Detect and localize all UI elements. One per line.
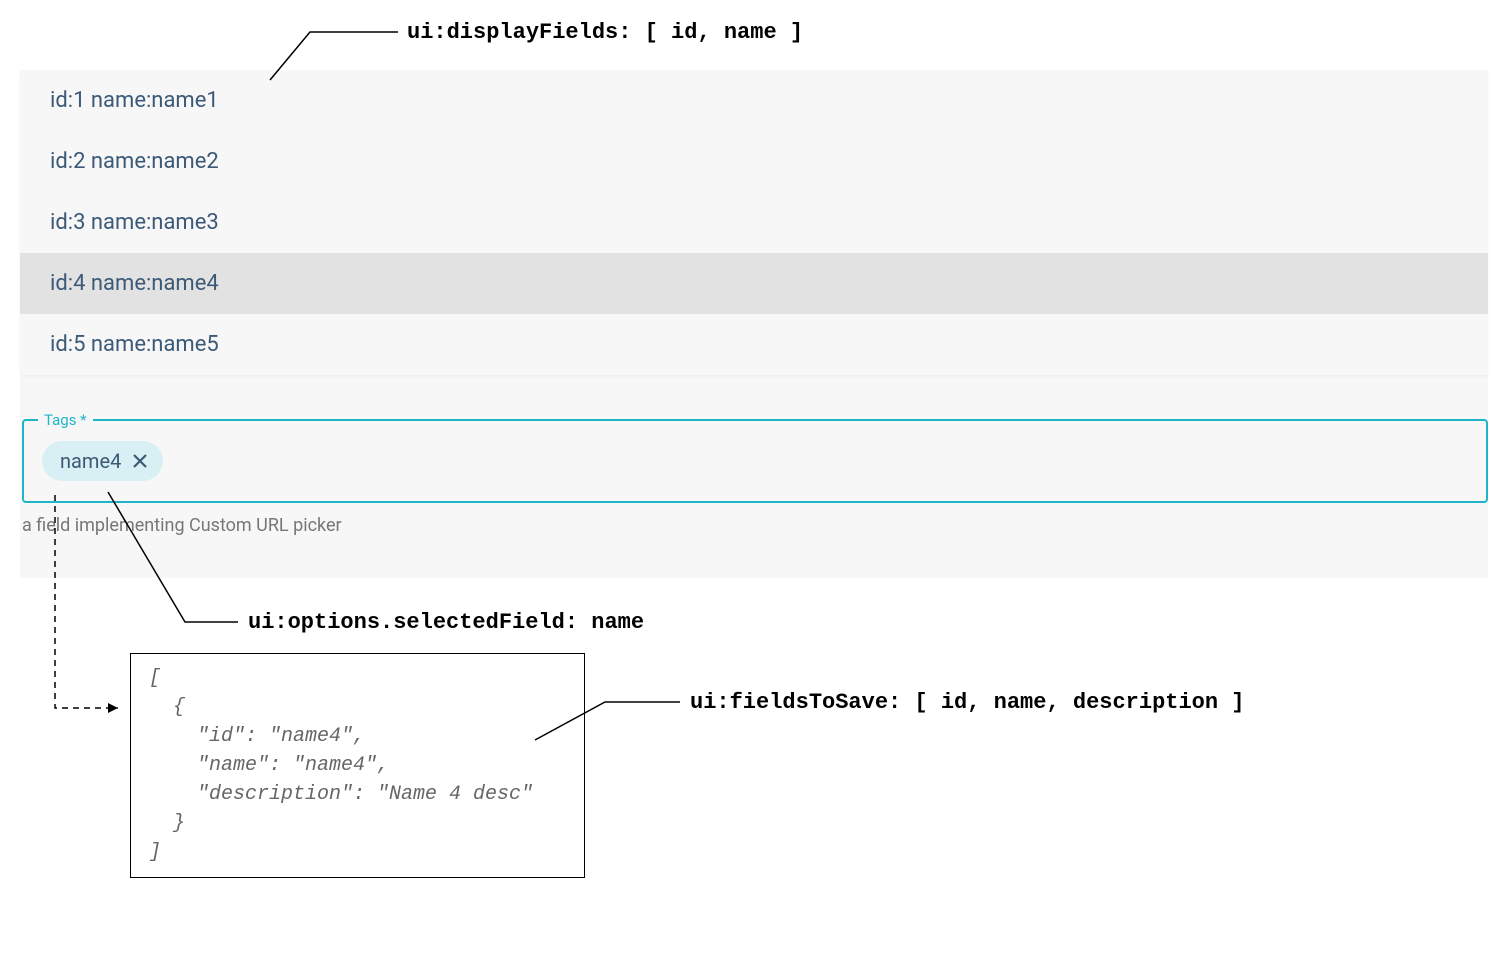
chip-remove-button[interactable] bbox=[131, 452, 149, 470]
dropdown-item-3[interactable]: id:3 name:name3 bbox=[20, 192, 1488, 253]
dropdown-item-1[interactable]: id:1 name:name1 bbox=[20, 70, 1488, 131]
annotation-display-fields: ui:displayFields: [ id, name ] bbox=[407, 20, 803, 45]
dropdown-item-5[interactable]: id:5 name:name5 bbox=[20, 314, 1488, 375]
dropdown-panel: id:1 name:name1 id:2 name:name2 id:3 nam… bbox=[20, 70, 1488, 375]
json-output-box: [ { "id": "name4", "name": "name4", "des… bbox=[130, 653, 585, 878]
dropdown-item-2[interactable]: id:2 name:name2 bbox=[20, 131, 1488, 192]
tags-field[interactable]: Tags * name4 bbox=[22, 419, 1488, 503]
chip-text: name4 bbox=[60, 449, 121, 473]
helper-text: a field implementing Custom URL picker bbox=[22, 515, 1488, 536]
dropdown-item-4[interactable]: id:4 name:name4 bbox=[20, 253, 1488, 314]
close-icon bbox=[131, 452, 149, 470]
selected-chip: name4 bbox=[42, 441, 163, 481]
tags-field-container: Tags * name4 a field implementing Custom… bbox=[22, 419, 1488, 536]
annotation-selected-field: ui:options.selectedField: name bbox=[248, 610, 644, 635]
tags-field-label: Tags * bbox=[38, 411, 93, 429]
annotation-fields-to-save: ui:fieldsToSave: [ id, name, description… bbox=[690, 690, 1245, 715]
